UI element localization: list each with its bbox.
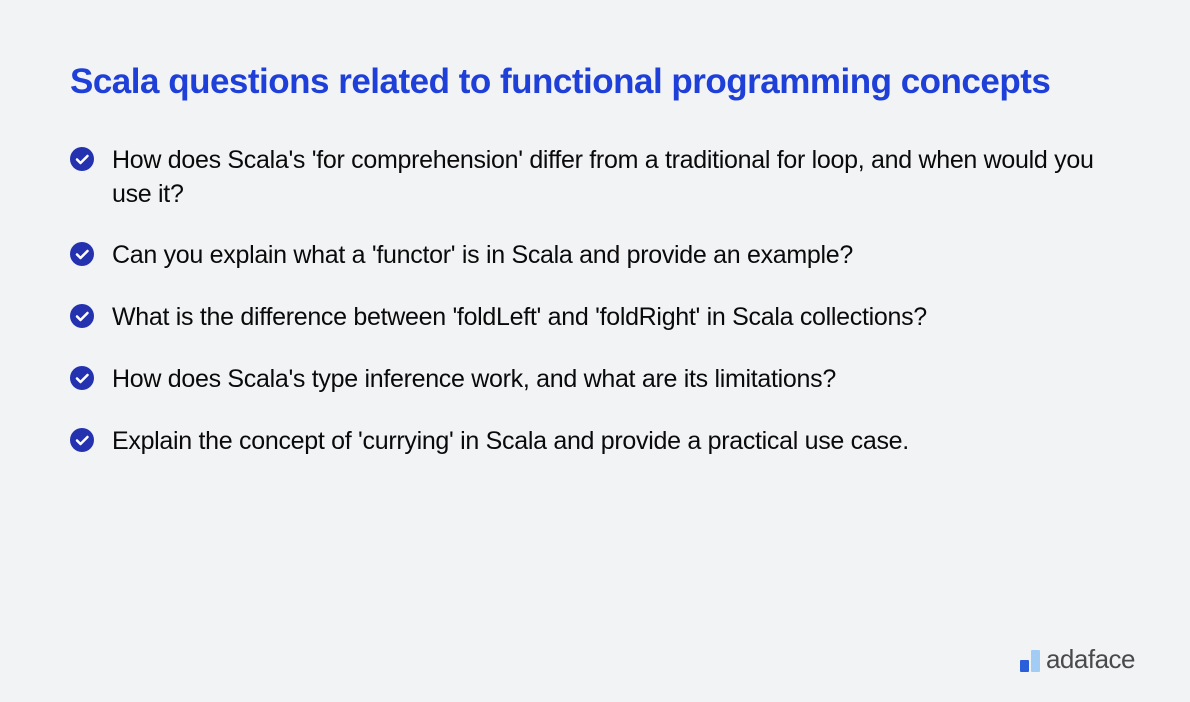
logo-text: adaface <box>1046 646 1135 672</box>
page-title: Scala questions related to functional pr… <box>70 60 1120 104</box>
list-item: Explain the concept of 'currying' in Sca… <box>70 425 1120 459</box>
check-circle-icon <box>70 242 94 266</box>
check-circle-icon <box>70 366 94 390</box>
adaface-logo: adaface <box>1020 646 1135 672</box>
question-text: How does Scala's 'for comprehension' dif… <box>112 144 1120 212</box>
question-text: How does Scala's type inference work, an… <box>112 363 836 397</box>
question-text: What is the difference between 'foldLeft… <box>112 301 927 335</box>
list-item: Can you explain what a 'functor' is in S… <box>70 239 1120 273</box>
question-text: Can you explain what a 'functor' is in S… <box>112 239 853 273</box>
check-circle-icon <box>70 147 94 171</box>
check-circle-icon <box>70 304 94 328</box>
list-item: How does Scala's type inference work, an… <box>70 363 1120 397</box>
questions-list: How does Scala's 'for comprehension' dif… <box>70 144 1120 459</box>
list-item: How does Scala's 'for comprehension' dif… <box>70 144 1120 212</box>
check-circle-icon <box>70 428 94 452</box>
logo-bars-icon <box>1020 650 1040 672</box>
list-item: What is the difference between 'foldLeft… <box>70 301 1120 335</box>
question-text: Explain the concept of 'currying' in Sca… <box>112 425 909 459</box>
